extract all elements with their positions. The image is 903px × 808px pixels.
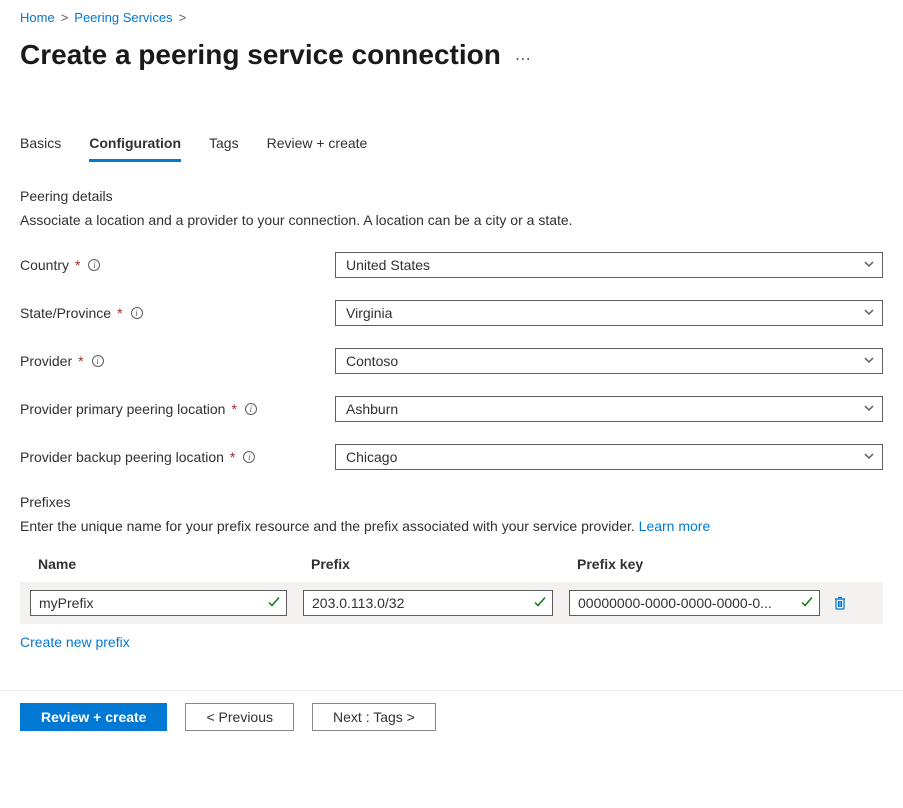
info-icon[interactable]: i <box>131 307 143 319</box>
breadcrumb-separator: > <box>61 10 69 25</box>
required-indicator: * <box>78 353 83 369</box>
required-indicator: * <box>230 449 235 465</box>
backup-location-label: Provider backup peering location * i <box>20 449 335 465</box>
tabs: Basics Configuration Tags Review + creat… <box>20 131 883 162</box>
info-icon[interactable]: i <box>92 355 104 367</box>
required-indicator: * <box>231 401 236 417</box>
delete-icon[interactable] <box>832 595 848 611</box>
footer-separator <box>0 690 903 691</box>
next-button[interactable]: Next : Tags > <box>312 703 436 731</box>
info-icon[interactable]: i <box>88 259 100 271</box>
check-icon <box>800 595 814 612</box>
provider-select[interactable]: Contoso <box>335 348 883 374</box>
check-icon <box>533 595 547 612</box>
tab-configuration[interactable]: Configuration <box>89 131 181 162</box>
previous-button[interactable]: < Previous <box>185 703 294 731</box>
required-indicator: * <box>117 305 122 321</box>
peering-details-title: Peering details <box>20 188 883 204</box>
country-select[interactable]: United States <box>335 252 883 278</box>
tab-basics[interactable]: Basics <box>20 131 61 162</box>
primary-location-select[interactable]: Ashburn <box>335 396 883 422</box>
column-prefix: Prefix <box>311 556 561 572</box>
breadcrumb-home[interactable]: Home <box>20 10 55 25</box>
prefix-row <box>20 582 883 624</box>
state-label: State/Province * i <box>20 305 335 321</box>
prefix-table-header: Name Prefix Prefix key <box>20 556 883 582</box>
backup-location-select[interactable]: Chicago <box>335 444 883 470</box>
prefixes-title: Prefixes <box>20 494 883 510</box>
create-new-prefix-link[interactable]: Create new prefix <box>20 634 130 650</box>
check-icon <box>267 595 281 612</box>
provider-label: Provider * i <box>20 353 335 369</box>
country-label: Country * i <box>20 257 335 273</box>
breadcrumb: Home > Peering Services > <box>20 10 883 25</box>
prefix-value-input[interactable] <box>303 590 553 616</box>
page-title: Create a peering service connection <box>20 39 501 71</box>
state-select[interactable]: Virginia <box>335 300 883 326</box>
review-create-button[interactable]: Review + create <box>20 703 167 731</box>
breadcrumb-separator: > <box>179 10 187 25</box>
peering-details-description: Associate a location and a provider to y… <box>20 212 883 228</box>
prefix-name-input[interactable] <box>30 590 287 616</box>
prefix-key-input[interactable] <box>569 590 820 616</box>
primary-location-label: Provider primary peering location * i <box>20 401 335 417</box>
learn-more-link[interactable]: Learn more <box>639 518 711 534</box>
tab-tags[interactable]: Tags <box>209 131 239 162</box>
info-icon[interactable]: i <box>243 451 255 463</box>
more-actions-icon[interactable]: ⋯ <box>515 49 533 69</box>
info-icon[interactable]: i <box>245 403 257 415</box>
prefixes-description: Enter the unique name for your prefix re… <box>20 518 883 534</box>
footer-buttons: Review + create < Previous Next : Tags > <box>20 703 883 731</box>
column-name: Name <box>38 556 295 572</box>
column-prefix-key: Prefix key <box>577 556 865 572</box>
required-indicator: * <box>75 257 80 273</box>
tab-review-create[interactable]: Review + create <box>267 131 368 162</box>
breadcrumb-peering-services[interactable]: Peering Services <box>74 10 172 25</box>
